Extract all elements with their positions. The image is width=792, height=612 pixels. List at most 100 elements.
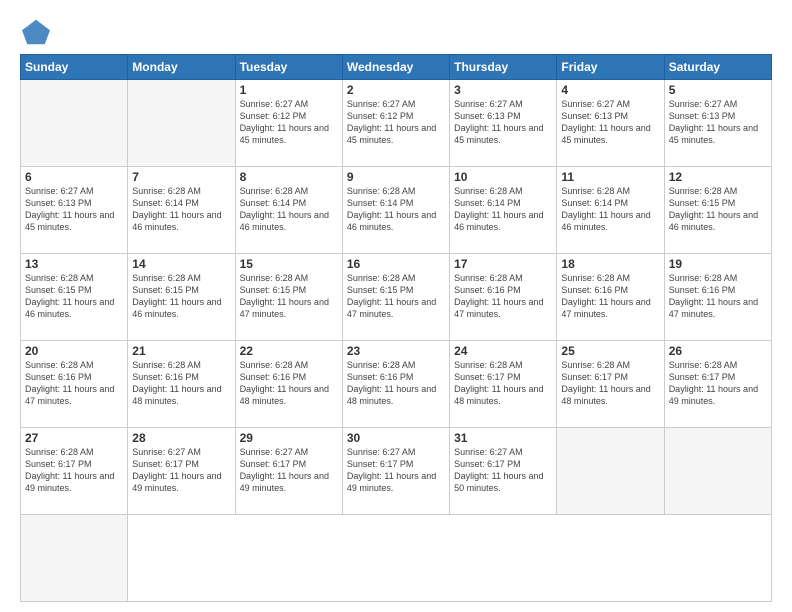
day-info: Sunrise: 6:28 AM Sunset: 6:16 PM Dayligh… <box>347 359 445 408</box>
day-number: 30 <box>347 431 445 445</box>
page: SundayMondayTuesdayWednesdayThursdayFrid… <box>0 0 792 612</box>
calendar-row <box>21 515 772 602</box>
day-info: Sunrise: 6:27 AM Sunset: 6:17 PM Dayligh… <box>347 446 445 495</box>
day-info: Sunrise: 6:27 AM Sunset: 6:13 PM Dayligh… <box>561 98 659 147</box>
day-info: Sunrise: 6:28 AM Sunset: 6:16 PM Dayligh… <box>132 359 230 408</box>
day-info: Sunrise: 6:28 AM Sunset: 6:17 PM Dayligh… <box>25 446 123 495</box>
day-number: 7 <box>132 170 230 184</box>
day-cell-8: 8Sunrise: 6:28 AM Sunset: 6:14 PM Daylig… <box>235 167 342 254</box>
calendar-row: 20 Sunrise: 6:28 AM Sunset: 6:16 PM Dayli… <box>21 341 772 428</box>
empty-day-cell <box>557 428 664 515</box>
day-number: 20 <box>25 344 123 358</box>
day-number: 21 <box>132 344 230 358</box>
day-number: 2 <box>347 83 445 97</box>
day-info: Sunrise: 6:28 AM Sunset: 6:16 PM Dayligh… <box>240 359 338 408</box>
day-cell-31: 31Sunrise: 6:27 AM Sunset: 6:17 PM Dayli… <box>450 428 557 515</box>
day-number: 31 <box>454 431 552 445</box>
day-info: Sunrise: 6:27 AM Sunset: 6:12 PM Dayligh… <box>347 98 445 147</box>
calendar-row: 13Sunrise: 6:28 AM Sunset: 6:15 PM Dayli… <box>21 254 772 341</box>
empty-day-cell <box>128 80 235 167</box>
empty-day-cell <box>21 515 128 602</box>
weekday-sunday: Sunday <box>21 55 128 80</box>
day-info: Sunrise: 6:28 AM Sunset: 6:14 PM Dayligh… <box>240 185 338 234</box>
weekday-monday: Monday <box>128 55 235 80</box>
day-cell-11: 11Sunrise: 6:28 AM Sunset: 6:14 PM Dayli… <box>557 167 664 254</box>
day-cell-26: 26Sunrise: 6:28 AM Sunset: 6:17 PM Dayli… <box>664 341 771 428</box>
day-info: Sunrise: 6:28 AM Sunset: 6:14 PM Dayligh… <box>132 185 230 234</box>
calendar-table: SundayMondayTuesdayWednesdayThursdayFrid… <box>20 54 772 602</box>
calendar-row: 6Sunrise: 6:27 AM Sunset: 6:13 PM Daylig… <box>21 167 772 254</box>
day-info: Sunrise: 6:28 AM Sunset: 6:15 PM Dayligh… <box>25 272 123 321</box>
day-cell-5: 5Sunrise: 6:27 AM Sunset: 6:13 PM Daylig… <box>664 80 771 167</box>
day-info: Sunrise: 6:28 AM Sunset: 6:15 PM Dayligh… <box>669 185 767 234</box>
day-number: 6 <box>25 170 123 184</box>
day-info: Sunrise: 6:28 AM Sunset: 6:15 PM Dayligh… <box>240 272 338 321</box>
day-cell-23: 23Sunrise: 6:28 AM Sunset: 6:16 PM Dayli… <box>342 341 449 428</box>
weekday-tuesday: Tuesday <box>235 55 342 80</box>
day-info: Sunrise: 6:27 AM Sunset: 6:13 PM Dayligh… <box>669 98 767 147</box>
day-info: Sunrise: 6:27 AM Sunset: 6:13 PM Dayligh… <box>454 98 552 147</box>
weekday-thursday: Thursday <box>450 55 557 80</box>
day-number: 14 <box>132 257 230 271</box>
day-number: 26 <box>669 344 767 358</box>
day-number: 4 <box>561 83 659 97</box>
empty-day-cell <box>21 80 128 167</box>
calendar-row: 27Sunrise: 6:28 AM Sunset: 6:17 PM Dayli… <box>21 428 772 515</box>
day-info: Sunrise: 6:28 AM Sunset: 6:17 PM Dayligh… <box>669 359 767 408</box>
header <box>20 18 772 46</box>
day-number: 15 <box>240 257 338 271</box>
day-number: 23 <box>347 344 445 358</box>
day-cell-25: 25Sunrise: 6:28 AM Sunset: 6:17 PM Dayli… <box>557 341 664 428</box>
logo <box>20 18 56 46</box>
day-cell-3: 3Sunrise: 6:27 AM Sunset: 6:13 PM Daylig… <box>450 80 557 167</box>
day-cell-9: 9Sunrise: 6:28 AM Sunset: 6:14 PM Daylig… <box>342 167 449 254</box>
day-cell-17: 17Sunrise: 6:28 AM Sunset: 6:16 PM Dayli… <box>450 254 557 341</box>
day-cell-15: 15Sunrise: 6:28 AM Sunset: 6:15 PM Dayli… <box>235 254 342 341</box>
day-number: 25 <box>561 344 659 358</box>
day-number: 22 <box>240 344 338 358</box>
day-info: Sunrise: 6:27 AM Sunset: 6:17 PM Dayligh… <box>454 446 552 495</box>
day-cell-2: 2Sunrise: 6:27 AM Sunset: 6:12 PM Daylig… <box>342 80 449 167</box>
day-info: Sunrise: 6:28 AM Sunset: 6:15 PM Dayligh… <box>347 272 445 321</box>
day-number: 24 <box>454 344 552 358</box>
day-cell-20: 20Sunrise: 6:28 AM Sunset: 6:16 PM Dayli… <box>21 341 128 428</box>
day-cell-21: 21Sunrise: 6:28 AM Sunset: 6:16 PM Dayli… <box>128 341 235 428</box>
day-info: Sunrise: 6:28 AM Sunset: 6:14 PM Dayligh… <box>347 185 445 234</box>
day-number: 12 <box>669 170 767 184</box>
day-number: 1 <box>240 83 338 97</box>
day-info: Sunrise: 6:27 AM Sunset: 6:17 PM Dayligh… <box>240 446 338 495</box>
day-info: Sunrise: 6:28 AM Sunset: 6:15 PM Dayligh… <box>132 272 230 321</box>
day-info: Sunrise: 6:28 AM Sunset: 6:16 PM Dayligh… <box>454 272 552 321</box>
day-cell-24: 24Sunrise: 6:28 AM Sunset: 6:17 PM Dayli… <box>450 341 557 428</box>
empty-day-cell <box>664 428 771 515</box>
day-number: 9 <box>347 170 445 184</box>
weekday-friday: Friday <box>557 55 664 80</box>
weekday-header-row: SundayMondayTuesdayWednesdayThursdayFrid… <box>21 55 772 80</box>
day-number: 3 <box>454 83 552 97</box>
day-cell-22: 22Sunrise: 6:28 AM Sunset: 6:16 PM Dayli… <box>235 341 342 428</box>
day-info: Sunrise: 6:28 AM Sunset: 6:14 PM Dayligh… <box>454 185 552 234</box>
day-cell-14: 14Sunrise: 6:28 AM Sunset: 6:15 PM Dayli… <box>128 254 235 341</box>
day-number: 16 <box>347 257 445 271</box>
day-info: Sunrise: 6:28 AM Sunset: 6:17 PM Dayligh… <box>561 359 659 408</box>
logo-icon <box>20 18 52 46</box>
day-number: 19 <box>669 257 767 271</box>
day-cell-6: 6Sunrise: 6:27 AM Sunset: 6:13 PM Daylig… <box>21 167 128 254</box>
day-cell-16: 16Sunrise: 6:28 AM Sunset: 6:15 PM Dayli… <box>342 254 449 341</box>
day-cell-28: 28Sunrise: 6:27 AM Sunset: 6:17 PM Dayli… <box>128 428 235 515</box>
day-cell-13: 13Sunrise: 6:28 AM Sunset: 6:15 PM Dayli… <box>21 254 128 341</box>
day-number: 10 <box>454 170 552 184</box>
day-info: Sunrise: 6:28 AM Sunset: 6:14 PM Dayligh… <box>561 185 659 234</box>
day-number: 8 <box>240 170 338 184</box>
calendar-row: 1 Sunrise: 6:27 AM Sunset: 6:12 PM Daylig… <box>21 80 772 167</box>
day-cell-10: 10Sunrise: 6:28 AM Sunset: 6:14 PM Dayli… <box>450 167 557 254</box>
day-cell-18: 18Sunrise: 6:28 AM Sunset: 6:16 PM Dayli… <box>557 254 664 341</box>
day-cell-29: 29Sunrise: 6:27 AM Sunset: 6:17 PM Dayli… <box>235 428 342 515</box>
day-cell-1: 1Sunrise: 6:27 AM Sunset: 6:12 PM Daylig… <box>235 80 342 167</box>
day-number: 28 <box>132 431 230 445</box>
day-number: 13 <box>25 257 123 271</box>
day-number: 18 <box>561 257 659 271</box>
weekday-saturday: Saturday <box>664 55 771 80</box>
day-info: Sunrise: 6:28 AM Sunset: 6:16 PM Dayligh… <box>669 272 767 321</box>
day-number: 27 <box>25 431 123 445</box>
